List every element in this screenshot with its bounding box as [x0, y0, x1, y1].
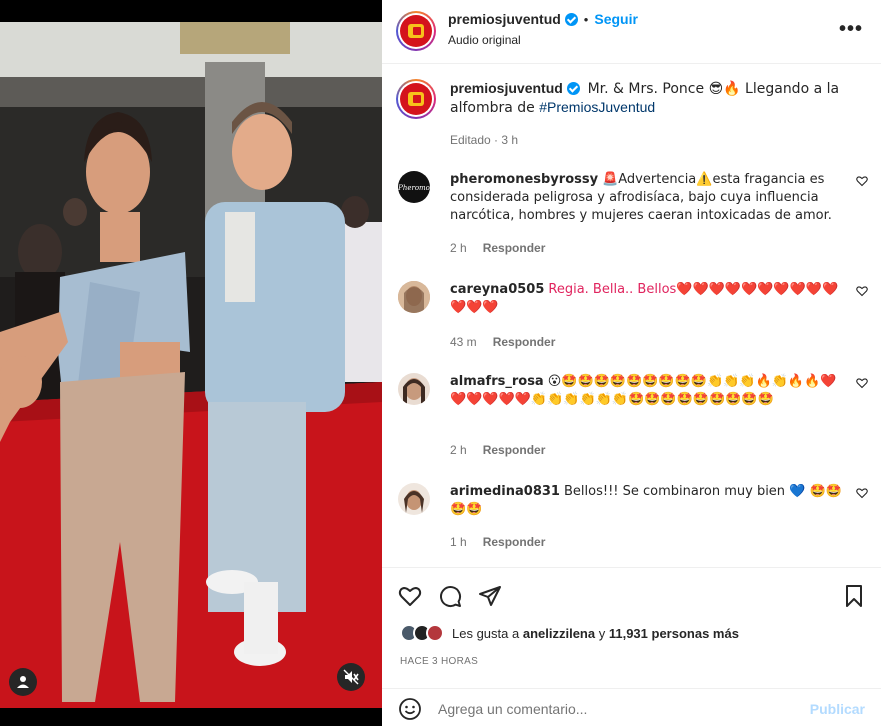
instagram-post-modal: premiosjuventud • Seguir Audio original ••… [0, 0, 881, 726]
verified-badge-icon [564, 13, 578, 26]
commenter-avatar[interactable] [398, 483, 430, 515]
comment-time: 2 h [450, 443, 467, 457]
verified-badge-icon [566, 82, 580, 95]
follow-button[interactable]: Seguir [594, 11, 638, 27]
like-comment-heart-icon[interactable] [856, 175, 868, 187]
caption-meta: Editado · 3 h [450, 133, 519, 147]
like-comment-heart-icon[interactable] [856, 377, 868, 389]
likes-prefix: Les gusta a [452, 625, 520, 641]
comment-time: 43 m [450, 335, 477, 349]
comment-time: 2 h [450, 241, 467, 255]
comment-time: 1 h [450, 535, 467, 549]
caption-avatar[interactable] [396, 79, 436, 119]
reply-button[interactable]: Responder [493, 335, 556, 349]
commenter-avatar[interactable] [398, 373, 430, 405]
likes-summary: Les gusta a anelizzilena y 11,931 person… [400, 624, 739, 642]
video-player[interactable] [0, 0, 382, 726]
caption-username[interactable]: premiosjuventud [450, 80, 563, 96]
comment-input[interactable] [438, 701, 818, 717]
liker-username[interactable]: anelizzilena [523, 626, 595, 641]
likes-count[interactable]: 11,931 personas más [609, 626, 739, 641]
more-options-button[interactable]: ••• [839, 18, 863, 41]
author-username[interactable]: premiosjuventud [448, 11, 561, 27]
reply-button[interactable]: Responder [483, 241, 546, 255]
liker-avatars[interactable] [400, 624, 444, 642]
reply-button[interactable]: Responder [483, 443, 546, 457]
reply-button[interactable]: Responder [483, 535, 546, 549]
hashtag-link[interactable]: #PremiosJuventud [539, 99, 655, 115]
save-bookmark-icon[interactable] [842, 584, 866, 608]
comment-bubble-icon[interactable] [438, 584, 462, 608]
audio-label[interactable]: Audio original [448, 33, 521, 47]
premios-juventud-logo [400, 83, 432, 115]
commenter-username[interactable]: careyna0505 [450, 282, 544, 297]
like-comment-heart-icon[interactable] [856, 487, 868, 499]
post-timestamp[interactable]: HACE 3 HORAS [400, 656, 478, 667]
commenter-username[interactable]: pheromonesbyrossy [450, 172, 598, 187]
speaker-muted-icon [343, 669, 359, 685]
emoji-icon[interactable] [398, 697, 422, 721]
comment-composer: Publicar [382, 688, 881, 726]
share-paper-plane-icon[interactable] [478, 584, 502, 608]
comments-scroll[interactable]: premiosjuventud Mr. & Mrs. Ponce 😎🔥 Lleg… [382, 65, 881, 567]
commenter-username[interactable]: almafrs_rosa [450, 374, 544, 389]
post-header: premiosjuventud • Seguir Audio original ••… [382, 0, 881, 64]
likes-mid: y [598, 625, 606, 641]
post-sidebar: premiosjuventud • Seguir Audio original ••… [382, 0, 881, 726]
mute-button[interactable] [337, 663, 365, 691]
user-icon [17, 676, 29, 688]
like-comment-heart-icon[interactable] [856, 285, 868, 297]
commenter-username[interactable]: arimedina0831 [450, 484, 560, 499]
svg-text:Pheromo: Pheromo [398, 184, 430, 192]
commenter-avatar[interactable] [398, 281, 430, 313]
post-actions: Les gusta a anelizzilena y 11,931 person… [382, 567, 881, 726]
like-heart-icon[interactable] [398, 584, 422, 608]
tagged-user-button[interactable] [9, 668, 37, 696]
commenter-avatar[interactable]: Pheromo [398, 171, 430, 203]
post-comment-button[interactable]: Publicar [810, 701, 865, 717]
premios-juventud-logo [400, 15, 432, 47]
video-frame [0, 22, 382, 708]
author-avatar[interactable] [396, 11, 436, 51]
